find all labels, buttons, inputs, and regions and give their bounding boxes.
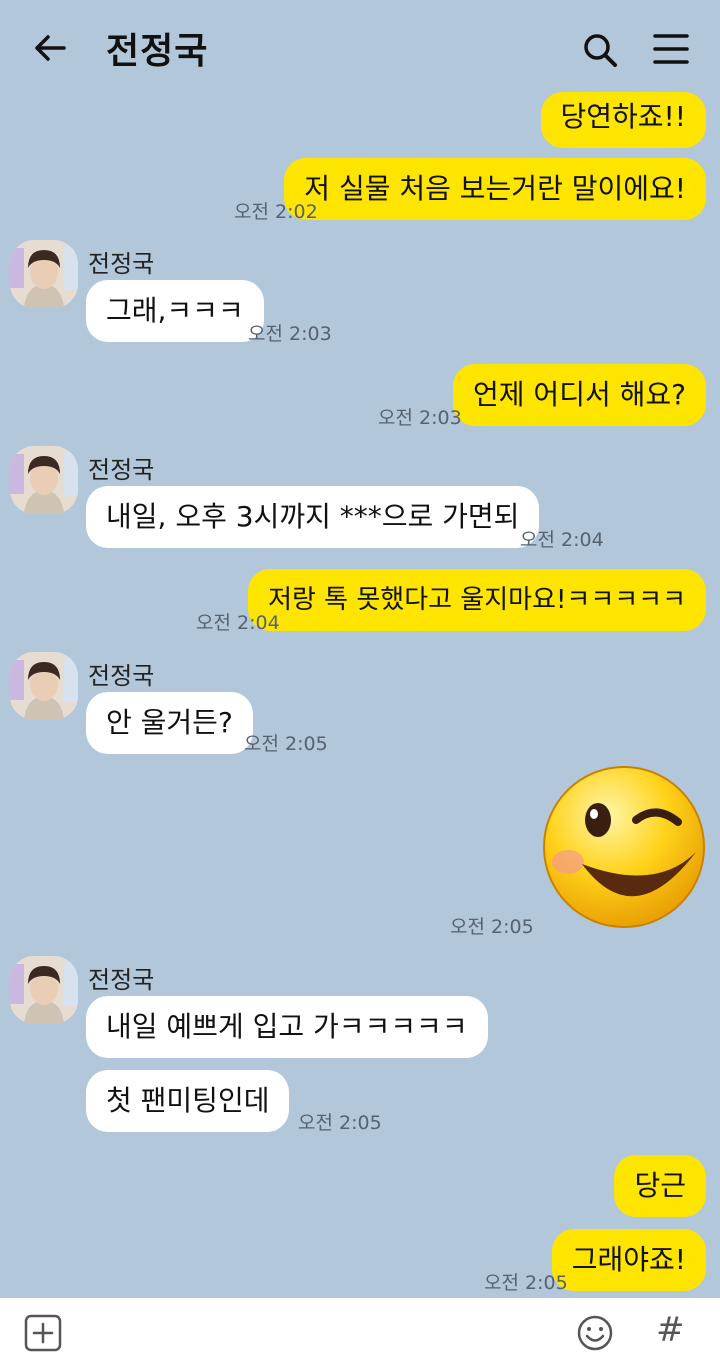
- profile-photo: [10, 652, 78, 720]
- message-timestamp: 오전 2:03: [378, 407, 462, 429]
- chat-title: 전정국: [106, 31, 209, 72]
- message-text: 첫 팬미팅인데: [106, 1084, 270, 1117]
- message-timestamp: 오전 2:04: [520, 529, 604, 551]
- my-message-bubble[interactable]: 당근: [614, 1155, 706, 1217]
- message-text: 안 울거든?: [106, 706, 233, 739]
- message-text: 그래,ㅋㅋㅋ: [106, 294, 244, 327]
- message-timestamp: 오전 2:05: [298, 1112, 382, 1134]
- avatar[interactable]: [10, 240, 78, 308]
- my-message-bubble[interactable]: 그래야죠!: [551, 1229, 706, 1291]
- profile-photo: [10, 956, 78, 1024]
- hamburger-menu-icon[interactable]: [652, 32, 690, 66]
- search-icon[interactable]: [580, 30, 620, 70]
- message-text: 내일, 오후 3시까지 ***으로 가면되: [106, 500, 520, 533]
- their-message-bubble[interactable]: 내일 예쁘게 입고 가ㅋㅋㅋㅋㅋ: [86, 996, 488, 1058]
- arrow-left-icon[interactable]: [30, 28, 70, 68]
- avatar[interactable]: [10, 956, 78, 1024]
- hashtag-icon[interactable]: #: [656, 1310, 685, 1350]
- plus-square-icon[interactable]: [24, 1314, 62, 1352]
- message-timestamp: 오전 2:04: [196, 612, 280, 634]
- profile-photo: [10, 446, 78, 514]
- message-text: 당근: [634, 1169, 686, 1202]
- my-message-bubble[interactable]: 당연하죠!!: [540, 92, 706, 148]
- my-message-bubble[interactable]: 저 실물 처음 보는거란 말이에요!: [284, 158, 706, 220]
- avatar[interactable]: [10, 446, 78, 514]
- profile-photo: [10, 240, 78, 308]
- their-message-bubble[interactable]: 그래,ㅋㅋㅋ: [86, 280, 264, 342]
- my-message-bubble[interactable]: 저랑 톡 못했다고 울지마요!ㅋㅋㅋㅋㅋ: [248, 569, 706, 631]
- message-text: 저랑 톡 못했다고 울지마요!ㅋㅋㅋㅋㅋ: [268, 585, 686, 615]
- chat-header: 전정국: [0, 0, 720, 96]
- sender-name: 전정국: [88, 662, 155, 690]
- message-timestamp: 오전 2:05: [484, 1272, 568, 1294]
- sender-name: 전정국: [88, 966, 155, 994]
- message-text: 내일 예쁘게 입고 가ㅋㅋㅋㅋㅋ: [106, 1010, 468, 1043]
- message-text: 당연하죠!!: [560, 100, 687, 133]
- their-message-bubble[interactable]: 안 울거든?: [86, 692, 253, 754]
- my-message-bubble[interactable]: 언제 어디서 해요?: [453, 364, 706, 426]
- their-message-bubble[interactable]: 내일, 오후 3시까지 ***으로 가면되: [86, 486, 540, 548]
- message-timestamp: 오전 2:02: [234, 201, 318, 223]
- message-text: 언제 어디서 해요?: [473, 378, 686, 411]
- message-timestamp: 오전 2:03: [248, 323, 332, 345]
- avatar[interactable]: [10, 652, 78, 720]
- winking-smiley-icon[interactable]: [538, 764, 710, 930]
- their-message-bubble[interactable]: 첫 팬미팅인데: [86, 1070, 290, 1132]
- message-input-bar[interactable]: #: [0, 1298, 720, 1367]
- message-timestamp: 오전 2:05: [244, 733, 328, 755]
- sender-name: 전정국: [88, 456, 155, 484]
- message-timestamp: 오전 2:05: [450, 916, 534, 938]
- message-text: 저 실물 처음 보는거란 말이에요!: [304, 172, 686, 205]
- smile-icon[interactable]: [576, 1314, 614, 1352]
- message-text: 그래야죠!: [571, 1243, 686, 1276]
- sender-name: 전정국: [88, 250, 155, 278]
